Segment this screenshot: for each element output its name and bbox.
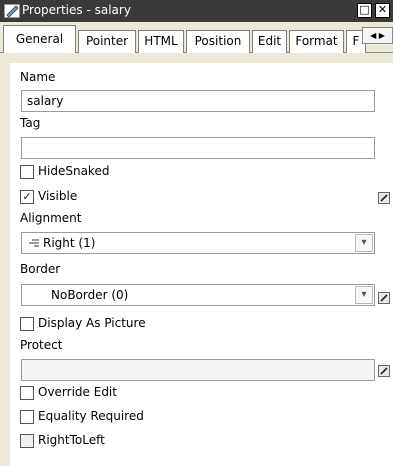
tab-position[interactable]: Position bbox=[186, 30, 250, 53]
equality-required-label: Equality Required bbox=[38, 409, 144, 423]
border-label: Border bbox=[20, 262, 61, 276]
alignment-dropdown-button[interactable]: ▾ bbox=[355, 234, 373, 252]
title-bar: Properties - salary □ ✕ bbox=[0, 0, 393, 22]
tab-scroll-buttons[interactable]: ◀ ▶ bbox=[362, 27, 393, 44]
override-edit-checkbox[interactable] bbox=[20, 386, 34, 400]
align-right-icon bbox=[29, 239, 39, 247]
alignment-value: Right (1) bbox=[43, 236, 96, 250]
expression-icon[interactable] bbox=[378, 192, 390, 204]
visible-checkbox[interactable]: ✓ bbox=[20, 190, 34, 204]
tab-general[interactable]: General bbox=[3, 25, 76, 53]
display-as-picture-checkbox[interactable] bbox=[20, 317, 34, 331]
tab-html[interactable]: HTML bbox=[138, 30, 184, 53]
expression-icon[interactable] bbox=[378, 292, 390, 304]
close-button[interactable]: ✕ bbox=[375, 3, 390, 18]
tab-format[interactable]: Format bbox=[289, 30, 344, 53]
hidesnaked-label: HideSnaked bbox=[38, 164, 110, 178]
protect-label: Protect bbox=[20, 338, 63, 352]
tab-scroll-right-icon[interactable]: ▶ bbox=[379, 31, 385, 40]
name-field[interactable]: salary bbox=[21, 90, 375, 112]
righttoleft-checkbox[interactable] bbox=[20, 434, 34, 448]
properties-window-icon bbox=[4, 4, 20, 18]
tag-label: Tag bbox=[20, 116, 41, 130]
border-dropdown[interactable]: NoBorder (0) ▾ bbox=[21, 284, 375, 306]
tab-strip: General Pointer HTML Position Edit Forma… bbox=[0, 23, 393, 53]
override-edit-label: Override Edit bbox=[38, 385, 117, 399]
border-dropdown-button[interactable]: ▾ bbox=[355, 286, 373, 304]
righttoleft-label: RightToLeft bbox=[38, 433, 105, 447]
equality-required-checkbox[interactable] bbox=[20, 410, 34, 424]
display-as-picture-label: Display As Picture bbox=[38, 316, 146, 330]
expression-icon[interactable] bbox=[378, 365, 390, 377]
protect-field[interactable] bbox=[21, 359, 375, 381]
alignment-dropdown[interactable]: Right (1) ▾ bbox=[21, 232, 375, 254]
tab-scroll-left-icon[interactable]: ◀ bbox=[370, 31, 376, 40]
tag-field[interactable] bbox=[21, 137, 375, 159]
general-panel: Name salary Tag HideSnaked ✓ Visible Ali… bbox=[10, 63, 393, 466]
hidesnaked-checkbox[interactable] bbox=[20, 165, 34, 179]
tab-pointer[interactable]: Pointer bbox=[78, 30, 136, 53]
name-label: Name bbox=[20, 70, 56, 84]
alignment-label: Alignment bbox=[20, 211, 82, 225]
border-value: NoBorder (0) bbox=[51, 288, 129, 302]
minimize-button[interactable]: □ bbox=[357, 3, 372, 18]
visible-label: Visible bbox=[38, 189, 78, 203]
window-title: Properties - salary bbox=[22, 3, 131, 17]
tab-edit[interactable]: Edit bbox=[252, 30, 287, 53]
